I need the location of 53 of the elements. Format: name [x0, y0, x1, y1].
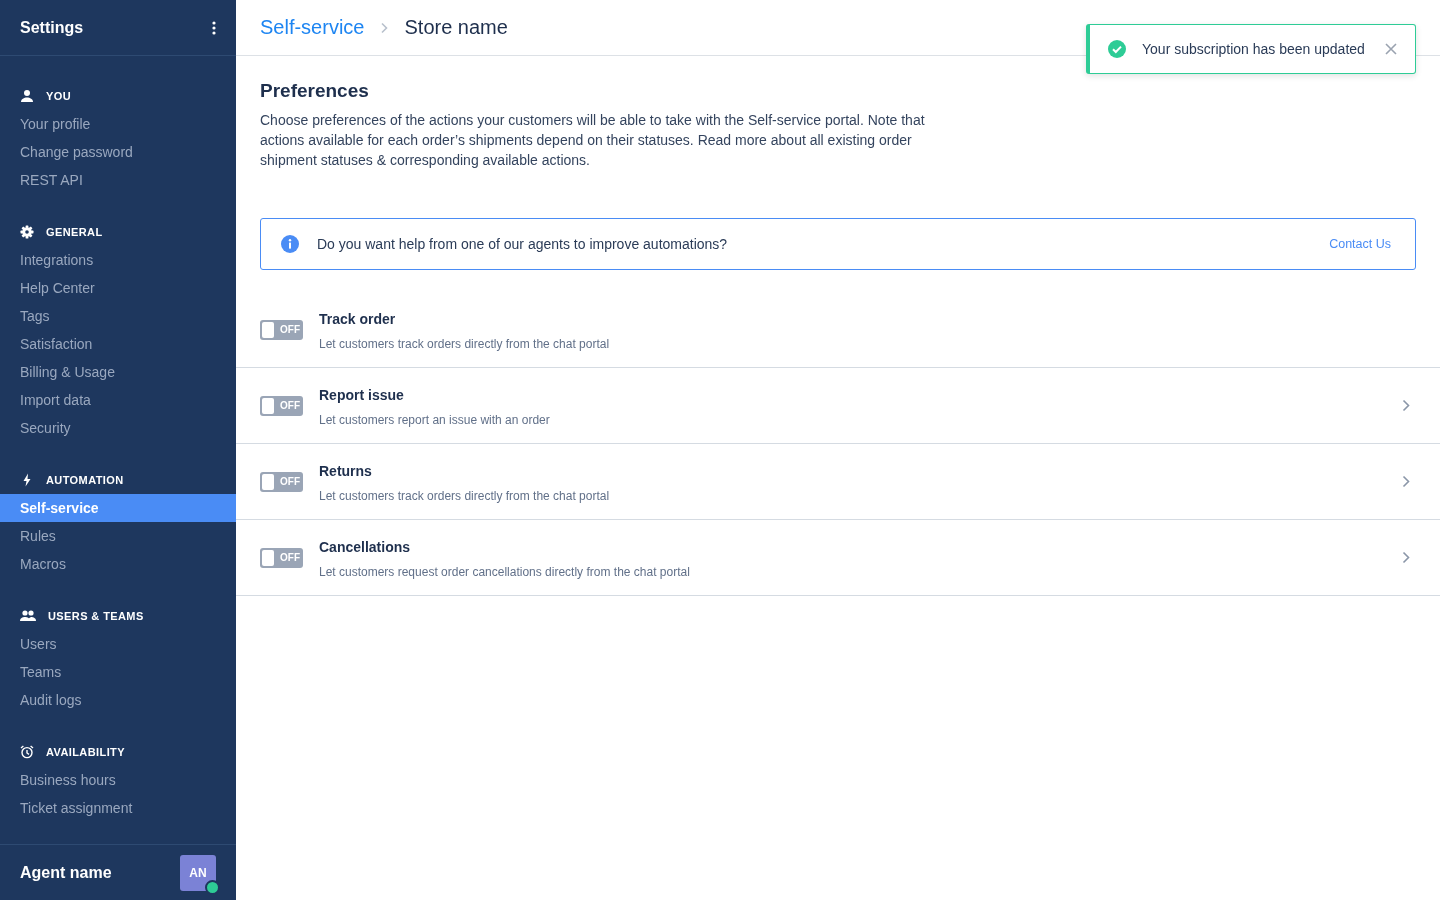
avatar[interactable]: AN: [180, 854, 216, 891]
page-title: Store name: [404, 16, 508, 39]
chevron-right-icon[interactable]: [1402, 551, 1410, 564]
agent-name: Agent name: [20, 863, 112, 882]
section-heading: USERS & TEAMS: [48, 610, 144, 622]
section-heading: AUTOMATION: [46, 474, 124, 486]
nav-item[interactable]: Business hours: [0, 766, 236, 794]
nav-item[interactable]: Help Center: [0, 274, 236, 302]
nav-item[interactable]: Billing & Usage: [0, 358, 236, 386]
section-title: Preferences: [260, 80, 370, 102]
people-icon: [20, 609, 36, 623]
action-title: Returns: [319, 462, 373, 479]
chevron-right-icon[interactable]: [1402, 475, 1410, 488]
action-title: Report issue: [319, 386, 405, 403]
action-description: Let customers track orders directly from the chat portal: [319, 336, 611, 351]
action-title: Cancellations: [319, 538, 412, 555]
alarm-clock-icon: [20, 745, 34, 759]
gear-icon: [20, 225, 34, 239]
breadcrumb-link[interactable]: Self-service: [260, 16, 365, 39]
nav-item[interactable]: Rules: [0, 522, 236, 550]
nav-item[interactable]: Integrations: [0, 246, 236, 274]
nav-item[interactable]: Audit logs: [0, 686, 236, 714]
banner-text: Do you want help from one of our agents to improve automations?: [317, 236, 729, 252]
contact-us-link[interactable]: Contact Us: [1329, 237, 1391, 251]
close-icon[interactable]: [1385, 43, 1397, 55]
action-description: Let customers request order cancellations directly from the chat portal: [319, 564, 691, 579]
info-icon: [281, 235, 299, 253]
nav-item[interactable]: Import data: [0, 386, 236, 414]
sidebar-title: Settings: [20, 18, 84, 37]
section-heading: YOU: [46, 90, 72, 102]
nav-item[interactable]: Satisfaction: [0, 330, 236, 358]
nav-item[interactable]: Self-service: [0, 494, 236, 522]
toast-message: Your subscription has been updated: [1142, 41, 1366, 57]
section-heading: AVAILABILITY: [46, 746, 125, 758]
nav-item[interactable]: Ticket assignment: [0, 794, 236, 822]
check-circle-icon: [1108, 40, 1126, 58]
chevron-right-icon: [380, 21, 389, 34]
chevron-right-icon[interactable]: [1402, 399, 1410, 412]
nav-item[interactable]: Security: [0, 414, 236, 442]
nav-item[interactable]: Your profile: [0, 110, 236, 138]
nav-item[interactable]: Users: [0, 630, 236, 658]
nav-item[interactable]: Tags: [0, 302, 236, 330]
nav-item[interactable]: Macros: [0, 550, 236, 578]
nav-item[interactable]: Teams: [0, 658, 236, 686]
action-title: Track order: [319, 310, 397, 327]
nav-item[interactable]: Change password: [0, 138, 236, 166]
section-heading: GENERAL: [46, 226, 103, 238]
more-icon[interactable]: [212, 20, 216, 35]
action-description: Let customers report an issue with an order: [319, 412, 551, 427]
person-icon: [20, 89, 34, 103]
action-description: Let customers track orders directly from the chat portal: [319, 488, 611, 503]
description-text: Choose preferences of the actions your customers will be able to take with the Self-service portal. Note that actions available for each order’s shipments depend on their statuses. Read more about all existing order shipment statuses & corresponding available actions.: [260, 111, 926, 170]
nav-item[interactable]: REST API: [0, 166, 236, 194]
